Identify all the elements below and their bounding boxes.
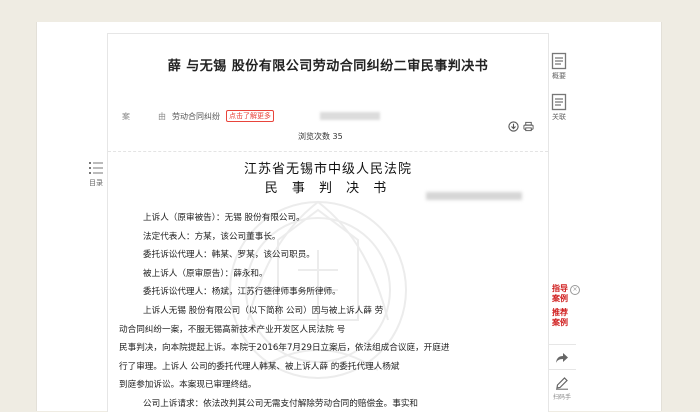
summary-label: 概要 [552,72,566,80]
related-label: 关联 [552,113,566,121]
header-divider [108,151,548,152]
body-line: 民事判决，向本院提起上诉。本院于2016年7月29日立案后，依法组成合议庭，开庭… [119,343,450,354]
recommended-case-link[interactable]: 推荐 案例 [548,308,572,328]
body-line: 动合同纠纷一案，不服无锡高新技术产业开发区人民法院 号 [119,324,346,335]
document-title: 薛 与无锡 股份有限公司劳动合同纠纷二审民事判决书 [167,59,489,74]
toc-label: 目录 [89,179,103,187]
side-actions: 扫码手 [548,344,576,403]
case-label: 案 [122,111,130,121]
guiding-case-link[interactable]: 指导 案例 [548,284,572,304]
body-line: 公司上诉请求：依法改判其公司无需支付解除劳动合同的赔偿金。事实和 [143,398,419,409]
view-count: 浏览次数 35 [298,131,343,142]
redacted-case-number [426,192,522,200]
body-line: 上诉人无锡 股份有限公司（以下简称 公司）因与被上诉人薛 劳 [143,305,384,316]
views-count: 35 [332,132,343,141]
body-line: 委托诉讼代理人：杨斌，江苏行德律师事务所律师。 [143,287,341,298]
judgment-document: 薛 与无锡 股份有限公司劳动合同纠纷二审民事判决书 案 由 劳动合同纠纷 点击了… [107,33,549,412]
close-case-links-button[interactable]: × [570,285,580,295]
court-name: 江苏省无锡市中级人民法院 [243,162,412,177]
body-line: 被上诉人（原审原告）：薛永和。 [143,268,268,279]
menu-list-icon [89,162,103,174]
doc-toolbar [508,121,534,132]
body-line: 法定代表人：方某，该公司董事长。 [143,231,281,242]
summary-nav-item[interactable]: 概要 [548,52,570,81]
body-line: 行了审理。上诉人 公司的委托代理人韩某、被上诉人薛 的委托代理人杨斌 [119,361,400,372]
download-icon[interactable] [508,121,519,132]
share-icon [556,353,568,363]
related-doc-icon [551,93,567,111]
share-button[interactable] [548,344,576,369]
edit-button[interactable]: 扫码手 [548,369,576,403]
related-nav-item[interactable]: 关联 [548,93,570,122]
case-meta-row: 案 由 劳动合同纠纷 点击了解更多 [122,110,380,122]
learn-more-badge[interactable]: 点击了解更多 [226,110,274,122]
print-icon[interactable] [523,121,534,132]
body-line: 上诉人（原审被告）：无锡 股份有限公司。 [143,213,305,223]
summary-doc-icon [551,52,567,70]
case-links: 指导 案例 推荐 案例 [548,284,572,332]
table-of-contents-nav[interactable]: 目录 [86,160,106,188]
scan-label: 扫码手 [552,394,571,401]
body-line: 委托诉讼代理人：韩某、罗某，该公司职员。 [143,250,315,261]
views-label: 浏览次数 [298,132,330,141]
cause-value: 劳动合同纠纷 [172,111,220,121]
redacted-text [320,112,380,120]
right-nav: 概要 关联 [548,52,570,134]
edit-icon [556,377,568,390]
cause-label: 由 [158,111,166,121]
judgment-body: 上诉人（原审被告）：无锡 股份有限公司。 法定代表人：方某，该公司董事长。 委托… [119,209,533,412]
body-line: 到庭参加诉讼。本案现已审理终结。 [119,380,257,391]
